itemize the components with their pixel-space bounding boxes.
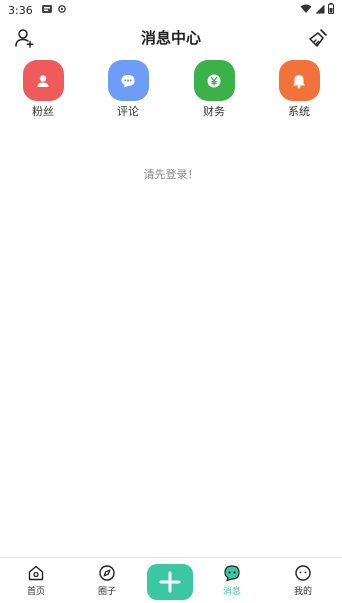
category-label: 评论	[117, 105, 139, 118]
category-finance[interactable]: 财务	[184, 60, 244, 119]
settings-notification-icon	[57, 4, 67, 17]
category-label: 财务	[203, 105, 225, 118]
profile-icon	[295, 565, 311, 581]
system-icon-badge	[278, 60, 320, 101]
chat-bubble-icon	[121, 74, 135, 87]
header: 消息中心	[0, 22, 342, 52]
signal-icon	[315, 4, 325, 17]
category-label: 系统	[288, 105, 310, 118]
create-post-button[interactable]	[147, 564, 193, 600]
plus-icon	[159, 571, 181, 593]
message-categories: 粉丝 评论 财务 系统	[0, 60, 342, 122]
category-comments[interactable]: 评论	[98, 60, 158, 119]
clear-unread-button[interactable]	[307, 27, 329, 49]
tab-circle[interactable]: 圈子	[82, 564, 132, 597]
yen-coin-icon	[207, 74, 221, 87]
category-fans[interactable]: 粉丝	[13, 60, 73, 119]
status-time: 3:36	[8, 3, 33, 17]
add-user-icon	[15, 29, 34, 48]
category-label: 粉丝	[32, 105, 54, 118]
wifi-icon	[300, 4, 312, 17]
user-icon	[37, 74, 49, 87]
status-right	[300, 3, 334, 17]
finance-icon-badge	[193, 60, 235, 101]
chat-icon	[224, 565, 240, 582]
tab-mine[interactable]: 我的	[278, 564, 328, 597]
tab-label: 我的	[293, 587, 312, 597]
tab-home[interactable]: 首页	[11, 564, 61, 597]
tab-label: 消息	[222, 587, 241, 597]
tab-messages[interactable]: 消息	[207, 564, 257, 597]
bell-icon	[293, 74, 305, 88]
tab-label: 圈子	[97, 587, 116, 597]
broom-icon	[309, 29, 327, 47]
app-notification-icon	[41, 3, 53, 18]
page-title: 消息中心	[140, 28, 201, 47]
login-prompt: 请先登录！	[143, 168, 199, 181]
category-system[interactable]: 系统	[269, 60, 329, 119]
tab-label: 首页	[26, 587, 45, 597]
status-left: 3:36	[8, 3, 67, 18]
add-friend-button[interactable]	[13, 27, 35, 49]
fans-icon-badge	[22, 60, 64, 101]
comments-icon-badge	[107, 60, 149, 101]
status-bar: 3:36	[0, 0, 342, 20]
home-icon	[28, 565, 44, 581]
battery-icon	[328, 3, 334, 17]
compass-icon	[99, 565, 115, 581]
bottom-tab-bar: 首页 圈子 消息 我的	[0, 557, 342, 603]
